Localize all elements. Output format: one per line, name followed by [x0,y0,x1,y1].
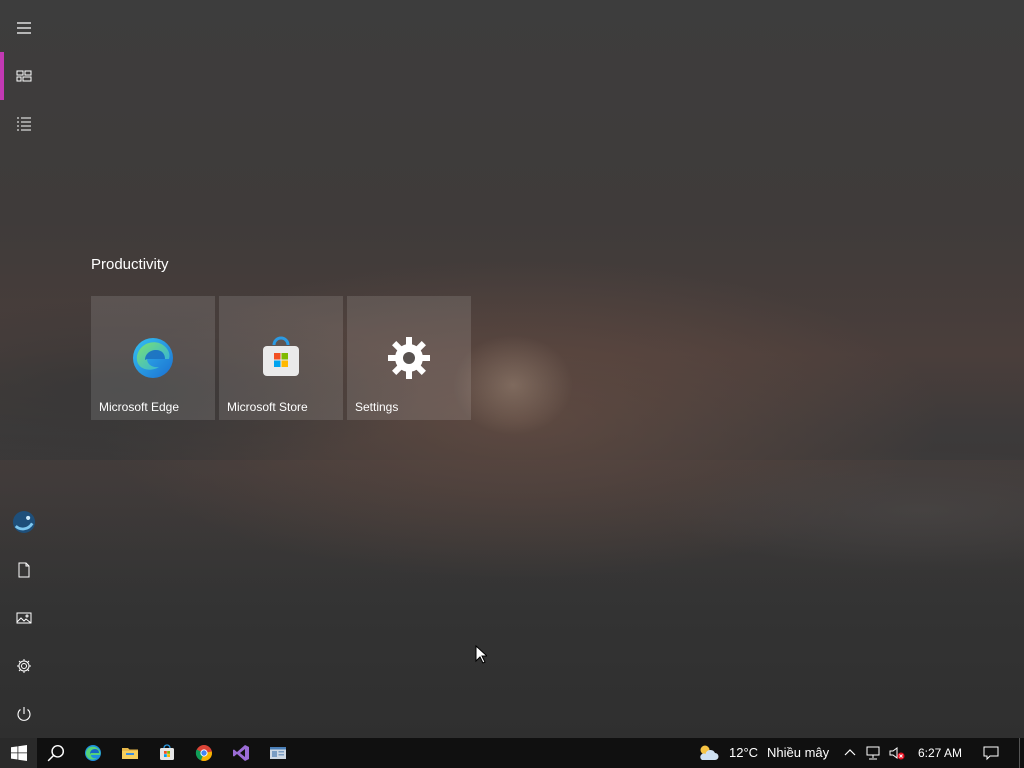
settings-button[interactable] [0,642,48,690]
pinned-tiles-icon [16,70,32,82]
power-button[interactable] [0,690,48,738]
user-account-button[interactable] [0,498,48,546]
store-icon [159,744,174,760]
network-icon[interactable] [865,745,881,761]
wallpaper-lake [0,460,1024,600]
windows-logo-icon [10,745,27,761]
taskbar-edge-button[interactable] [74,738,111,768]
hamburger-icon [17,22,31,34]
show-desktop-divider[interactable] [1019,738,1020,768]
power-icon [17,707,31,721]
edge-icon [84,745,101,761]
start-button[interactable] [0,738,37,768]
gear-icon [387,336,431,380]
tile-settings[interactable]: Settings [347,296,471,420]
user-avatar [13,511,35,533]
pictures-icon [16,612,32,624]
action-center-icon[interactable] [983,745,999,761]
tile-microsoft-store[interactable]: Microsoft Store [219,296,343,420]
tile-label: Microsoft Store [227,400,308,414]
tile-label: Settings [355,400,399,414]
all-apps-icon [17,117,31,131]
documents-button[interactable] [0,546,48,594]
mouse-cursor-icon [475,645,487,664]
tile-label: Microsoft Edge [99,400,180,414]
settings-icon [17,659,31,673]
taskbar-file-explorer-button[interactable] [111,738,148,768]
documents-icon [18,562,30,578]
app-window-icon [269,747,286,759]
weather-temperature[interactable]: 12°C [729,738,758,768]
file-explorer-icon [121,748,138,759]
taskbar-app-window-button[interactable] [259,738,296,768]
search-button[interactable] [37,738,74,768]
chrome-icon [195,745,212,761]
taskbar-chrome-button[interactable] [185,738,222,768]
volume-muted-icon[interactable] [889,745,905,761]
search-icon [47,744,64,762]
start-menu-rail [0,0,48,738]
chevron-up-icon[interactable] [842,745,858,761]
pictures-button[interactable] [0,594,48,642]
clock[interactable]: 6:27 AM [918,738,962,768]
tile-microsoft-edge[interactable]: Microsoft Edge [91,296,215,420]
visual-studio-icon [232,745,249,761]
store-icon [259,336,303,380]
edge-icon [131,336,175,380]
taskbar: 12°C Nhiều mây 6:27 AM [0,738,1024,768]
cloud-sun-icon [700,745,719,760]
taskbar-store-button[interactable] [148,738,185,768]
weather-condition[interactable]: Nhiều mây [767,738,829,768]
taskbar-visual-studio-button[interactable] [222,738,259,768]
expand-menu-button[interactable] [0,4,48,52]
weather-widget-button[interactable] [694,738,722,768]
group-title[interactable]: Productivity [91,256,169,273]
all-apps-button[interactable] [0,100,48,148]
pinned-tiles-button[interactable] [0,52,48,100]
